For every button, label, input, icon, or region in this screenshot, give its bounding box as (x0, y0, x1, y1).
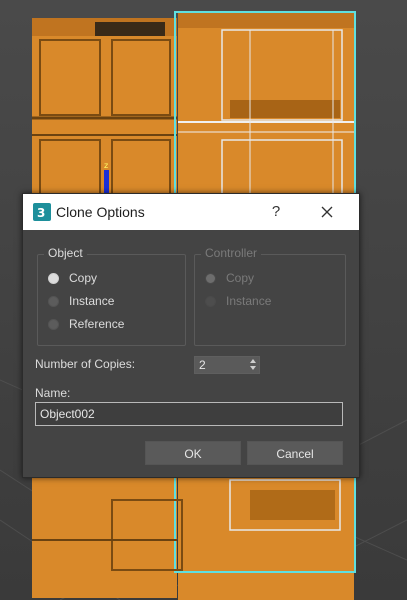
radio-button[interactable] (48, 318, 59, 330)
radio-button-disabled (205, 295, 216, 307)
dialog-title: Clone Options (56, 204, 145, 220)
radio-label: Copy (226, 271, 255, 285)
cancel-button[interactable]: Cancel (247, 441, 343, 465)
copies-label: Number of Copies: (35, 357, 136, 371)
copies-stepper[interactable]: 2 (194, 356, 260, 374)
controller-group: Controller Copy Instance (194, 246, 346, 346)
object-group: Object Copy Instance Reference (37, 246, 186, 346)
radio-object-instance[interactable]: Instance (48, 292, 114, 310)
radio-button-disabled-checked (205, 272, 216, 284)
radio-label: Copy (69, 271, 98, 285)
radio-object-copy[interactable]: Copy (48, 269, 97, 287)
svg-text:3: 3 (37, 206, 45, 220)
ok-button[interactable]: OK (145, 441, 241, 465)
3dsmax-app-icon: 3 (33, 203, 51, 221)
radio-controller-copy: Copy (205, 269, 254, 287)
radio-button[interactable] (48, 295, 59, 307)
radio-controller-instance: Instance (205, 292, 271, 310)
name-label: Name: (35, 386, 71, 400)
close-icon[interactable] (313, 200, 341, 224)
radio-button-checked[interactable] (48, 272, 59, 284)
help-button[interactable]: ? (263, 200, 289, 224)
name-field[interactable] (35, 402, 343, 426)
clone-options-dialog: 3 Clone Options ? Object Copy Instance R… (22, 193, 360, 478)
radio-label: Instance (69, 294, 115, 308)
copies-value[interactable]: 2 (199, 358, 206, 372)
dialog-titlebar[interactable]: 3 Clone Options ? (23, 194, 359, 230)
object-group-label: Object (44, 246, 87, 260)
spinner-down-arrow-icon[interactable] (250, 366, 256, 370)
radio-object-reference[interactable]: Reference (48, 315, 124, 333)
radio-label: Instance (226, 294, 272, 308)
radio-label: Reference (69, 317, 125, 331)
spinner-up-arrow-icon[interactable] (250, 359, 256, 363)
svg-text:z: z (104, 161, 108, 170)
controller-group-label: Controller (201, 246, 262, 260)
